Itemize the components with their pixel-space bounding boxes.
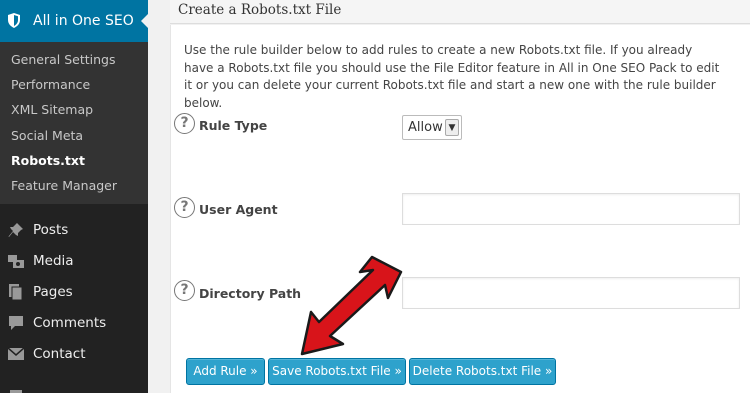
shield-icon <box>8 13 20 28</box>
help-icon[interactable]: ? <box>174 113 195 134</box>
sidebar-item-label: Posts <box>33 222 69 238</box>
submenu-item-social-meta[interactable]: Social Meta <box>11 128 83 143</box>
sidebar-item-media[interactable]: Media <box>0 246 148 277</box>
admin-sidebar: All in One SEO General Settings Performa… <box>0 0 149 393</box>
directory-path-input[interactable] <box>402 277 740 309</box>
sidebar-item-contact[interactable]: Contact <box>0 339 148 370</box>
intro-text: Use the rule builder below to add rules … <box>184 43 720 110</box>
submenu-item-feature-manager[interactable]: Feature Manager <box>11 178 117 193</box>
sidebar-item-posts[interactable]: Posts <box>0 215 148 246</box>
envelope-icon <box>8 347 24 360</box>
help-icon[interactable]: ? <box>174 197 195 218</box>
delete-robots-button[interactable]: Delete Robots.txt File » <box>409 358 556 385</box>
submenu-item-performance[interactable]: Performance <box>11 77 90 92</box>
menu-icon <box>10 390 22 393</box>
rule-type-select[interactable]: Allow ▼ <box>402 115 462 140</box>
chevron-down-icon: ▼ <box>445 119 459 136</box>
sidebar-plugin-title: All in One SEO <box>33 13 134 29</box>
pages-icon <box>9 284 23 300</box>
sidebar-item-label: Pages <box>33 284 73 300</box>
user-agent-label: User Agent <box>199 202 278 217</box>
user-agent-input[interactable] <box>402 193 740 225</box>
rule-type-value: Allow <box>408 120 443 135</box>
directory-path-label: Directory Path <box>199 286 302 301</box>
add-rule-button[interactable]: Add Rule » <box>186 358 265 385</box>
sidebar-item-label: Comments <box>33 315 107 331</box>
current-menu-pointer <box>141 13 149 29</box>
help-icon[interactable]: ? <box>174 280 195 301</box>
media-icon <box>8 255 24 268</box>
sidebar-item-all-in-one-seo[interactable]: All in One SEO <box>0 0 149 42</box>
sidebar-item-partial[interactable] <box>0 374 148 393</box>
submenu-item-general-settings[interactable]: General Settings <box>11 52 116 67</box>
panel-title: Create a Robots.txt File <box>178 2 342 18</box>
sidebar-submenu: General Settings Performance XML Sitemap… <box>0 42 148 204</box>
submenu-item-robots-txt[interactable]: Robots.txt <box>11 153 85 168</box>
sidebar-item-comments[interactable]: Comments <box>0 308 148 339</box>
submenu-item-xml-sitemap[interactable]: XML Sitemap <box>11 102 93 117</box>
save-robots-button[interactable]: Save Robots.txt File » <box>268 358 406 385</box>
sidebar-item-label: Media <box>33 253 74 269</box>
rule-type-label: Rule Type <box>199 118 268 133</box>
sidebar-item-label: Contact <box>33 346 86 362</box>
sidebar-item-pages[interactable]: Pages <box>0 277 148 308</box>
panel-header: Create a Robots.txt File <box>170 0 750 24</box>
pushpin-icon <box>8 223 23 237</box>
comment-icon <box>9 316 23 330</box>
